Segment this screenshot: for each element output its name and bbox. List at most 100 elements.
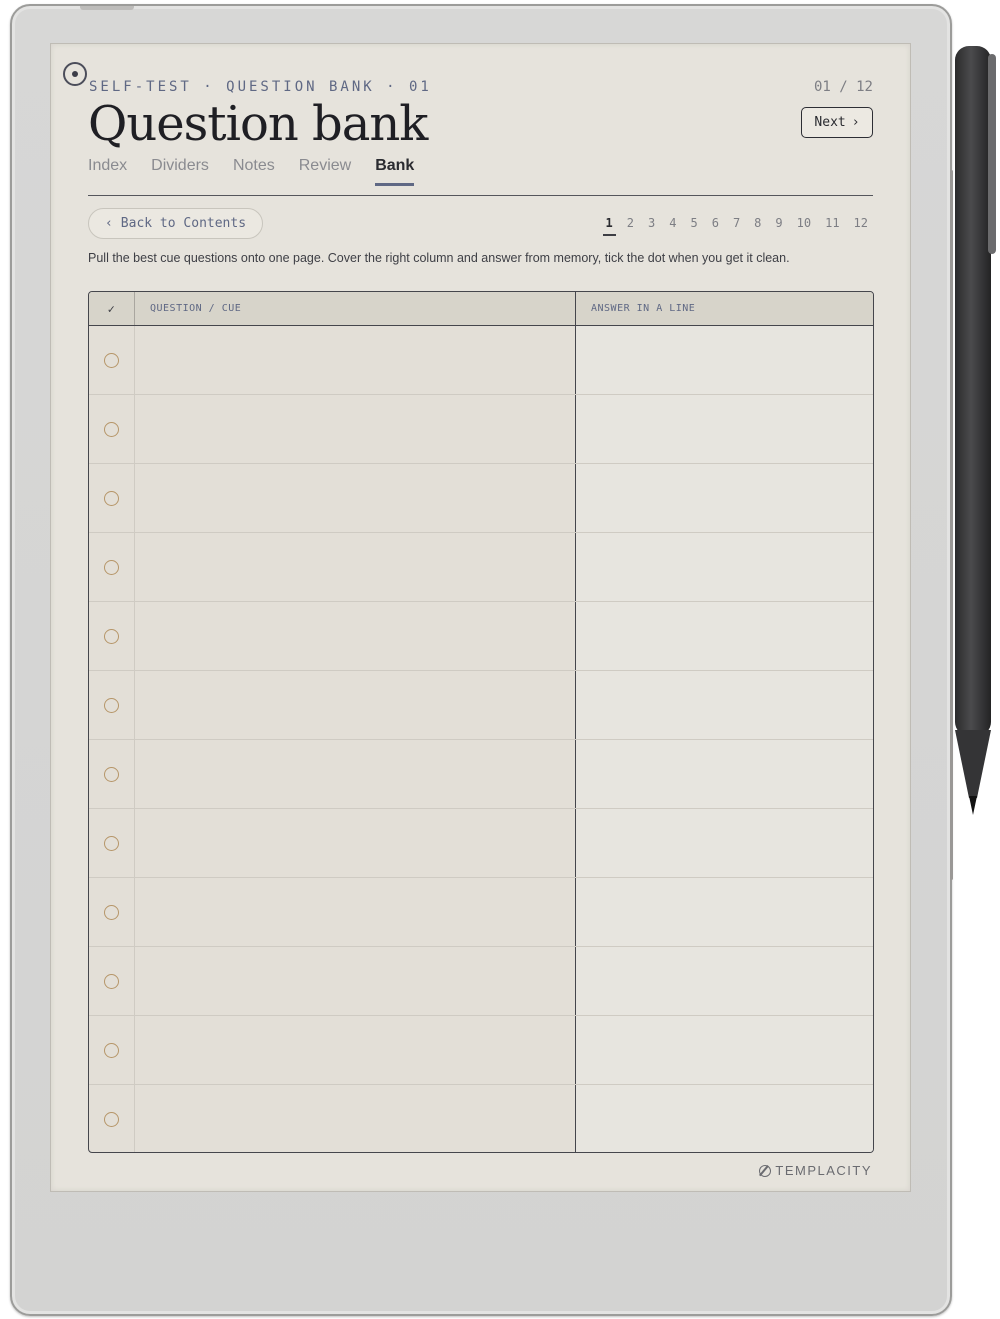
tick-dot-icon[interactable] [104, 628, 119, 644]
check-cell [89, 395, 135, 463]
question-cell[interactable] [135, 533, 576, 601]
question-cell[interactable] [135, 809, 576, 877]
pager-page-11[interactable]: 11 [825, 216, 839, 234]
check-cell [89, 809, 135, 877]
tick-dot-icon[interactable] [104, 835, 119, 851]
page-counter: 01 / 12 [813, 79, 873, 95]
question-cell[interactable] [135, 602, 576, 670]
tick-dot-icon[interactable] [104, 421, 119, 437]
check-cell [89, 602, 135, 670]
table-row [89, 947, 873, 1016]
answer-cell[interactable] [576, 878, 873, 946]
question-table: ✓ QUESTION / CUE ANSWER IN A LINE [88, 291, 874, 1153]
chevron-right-icon: › [851, 115, 860, 130]
tick-dot-icon[interactable] [104, 973, 119, 989]
next-button[interactable]: Next › [801, 107, 873, 138]
question-cell[interactable] [135, 395, 576, 463]
stylus-cone [955, 730, 991, 798]
section-tabs: Index Dividers Notes Review Bank [88, 155, 438, 186]
pager-page-1[interactable]: 1 [602, 216, 617, 236]
chevron-left-icon: ‹ [104, 216, 113, 231]
pager-page-8[interactable]: 8 [754, 216, 761, 234]
table-row [89, 1085, 873, 1152]
answer-cell[interactable] [576, 947, 873, 1015]
tick-dot-icon[interactable] [104, 697, 119, 713]
tab-index[interactable]: Index [88, 155, 127, 185]
tick-dot-icon[interactable] [104, 352, 119, 368]
tab-bank[interactable]: Bank [375, 155, 415, 186]
question-cell[interactable] [135, 878, 576, 946]
answer-cell[interactable] [576, 326, 873, 394]
record-indicator-icon [63, 62, 87, 86]
page-title: Question bank [88, 96, 428, 152]
section-kicker: SELF-TEST · QUESTION BANK · 01 [89, 79, 432, 95]
back-button-label: Back to Contents [120, 216, 247, 231]
tick-dot-icon[interactable] [104, 490, 119, 506]
stylus-clip [988, 54, 996, 254]
table-row [89, 602, 873, 671]
question-cell[interactable] [135, 740, 576, 808]
pager-page-6[interactable]: 6 [712, 216, 719, 234]
table-header: ✓ QUESTION / CUE ANSWER IN A LINE [89, 292, 873, 326]
paperclip-icon [759, 1164, 772, 1177]
table-row [89, 326, 873, 395]
tabs-divider [88, 195, 873, 196]
check-cell [89, 947, 135, 1015]
tick-dot-icon[interactable] [104, 559, 119, 575]
brand-name: TEMPLACITY [775, 1163, 872, 1178]
pager-page-4[interactable]: 4 [669, 216, 676, 234]
answer-cell[interactable] [576, 740, 873, 808]
stylus [955, 46, 996, 815]
tab-notes[interactable]: Notes [233, 155, 275, 185]
stylus-tip [969, 796, 977, 815]
tab-dividers[interactable]: Dividers [151, 155, 209, 185]
question-cell[interactable] [135, 1085, 576, 1152]
table-row [89, 878, 873, 947]
pager-page-12[interactable]: 12 [854, 216, 868, 234]
back-to-contents-button[interactable]: ‹ Back to Contents [88, 208, 263, 239]
pager-page-7[interactable]: 7 [733, 216, 740, 234]
check-cell [89, 1016, 135, 1084]
pager-page-2[interactable]: 2 [627, 216, 634, 234]
tick-dot-icon[interactable] [104, 766, 119, 782]
answer-cell[interactable] [576, 1085, 873, 1152]
tick-dot-icon[interactable] [104, 904, 119, 920]
question-cell[interactable] [135, 671, 576, 739]
pager-page-5[interactable]: 5 [690, 216, 697, 234]
answer-cell[interactable] [576, 395, 873, 463]
tick-dot-icon[interactable] [104, 1042, 119, 1058]
power-button [80, 6, 134, 10]
table-row [89, 809, 873, 878]
page-pager: 1 2 3 4 5 6 7 8 9 10 11 12 [592, 216, 868, 236]
answer-cell[interactable] [576, 809, 873, 877]
table-body [89, 326, 873, 1152]
tick-dot-icon[interactable] [104, 1112, 119, 1127]
next-button-label: Next [814, 115, 846, 130]
table-row [89, 533, 873, 602]
table-row [89, 1016, 873, 1085]
question-cell[interactable] [135, 326, 576, 394]
answer-cell[interactable] [576, 602, 873, 670]
header-check: ✓ [89, 292, 135, 325]
check-cell [89, 326, 135, 394]
header-question: QUESTION / CUE [135, 292, 576, 325]
pager-page-3[interactable]: 3 [648, 216, 655, 234]
table-row [89, 464, 873, 533]
answer-cell[interactable] [576, 671, 873, 739]
check-cell [89, 533, 135, 601]
pager-page-9[interactable]: 9 [775, 216, 782, 234]
question-cell[interactable] [135, 464, 576, 532]
pager-page-10[interactable]: 10 [797, 216, 811, 234]
stylus-body [955, 46, 991, 736]
check-cell [89, 671, 135, 739]
question-cell[interactable] [135, 1016, 576, 1084]
check-cell [89, 740, 135, 808]
table-row [89, 740, 873, 809]
brand-mark: TEMPLACITY [759, 1163, 872, 1178]
answer-cell[interactable] [576, 533, 873, 601]
answer-cell[interactable] [576, 464, 873, 532]
question-cell[interactable] [135, 947, 576, 1015]
check-cell [89, 464, 135, 532]
tab-review[interactable]: Review [299, 155, 351, 185]
answer-cell[interactable] [576, 1016, 873, 1084]
